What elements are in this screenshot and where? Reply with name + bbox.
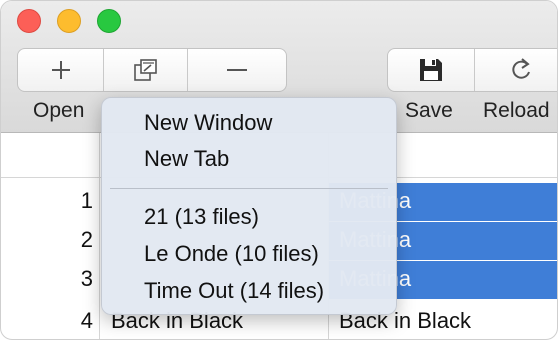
row-number: 4 <box>80 308 93 333</box>
minimize-window-button[interactable] <box>57 9 81 33</box>
reload-label: Reload <box>483 99 550 122</box>
menu-item-new-window[interactable]: New Window <box>144 110 272 136</box>
save-label: Save <box>405 99 453 122</box>
close-window-button[interactable] <box>17 9 41 33</box>
remove-button[interactable] <box>188 49 286 91</box>
row-number: 3 <box>80 266 93 291</box>
menu-separator <box>110 188 388 189</box>
menu-item-new-tab[interactable]: New Tab <box>144 146 229 172</box>
reload-button[interactable] <box>475 49 557 91</box>
open-label: Open <box>33 99 85 122</box>
zoom-window-button[interactable] <box>97 9 121 33</box>
add-button[interactable] <box>18 49 104 91</box>
menu-item-recent[interactable]: 21 (13 files) <box>144 204 259 230</box>
open-window-icon <box>133 59 157 81</box>
row-number: 2 <box>80 227 93 252</box>
menu-item-recent[interactable]: Time Out (14 files) <box>144 278 324 304</box>
menu-item-recent[interactable]: Le Onde (10 files) <box>144 241 319 267</box>
minus-icon <box>227 69 247 71</box>
open-button[interactable] <box>104 49 188 91</box>
app-window: Open Save Reload 1 Mattina 2 Mattina 3 M… <box>0 0 558 340</box>
row-number: 1 <box>80 188 93 213</box>
floppy-disk-icon <box>420 59 443 81</box>
reload-icon <box>511 58 530 79</box>
open-dropdown-menu: New Window New Tab 21 (13 files) Le Onde… <box>101 97 397 315</box>
save-button[interactable] <box>388 49 476 91</box>
plus-icon <box>51 61 70 79</box>
edit-segmented-control <box>17 48 287 92</box>
file-segmented-control <box>387 48 557 92</box>
